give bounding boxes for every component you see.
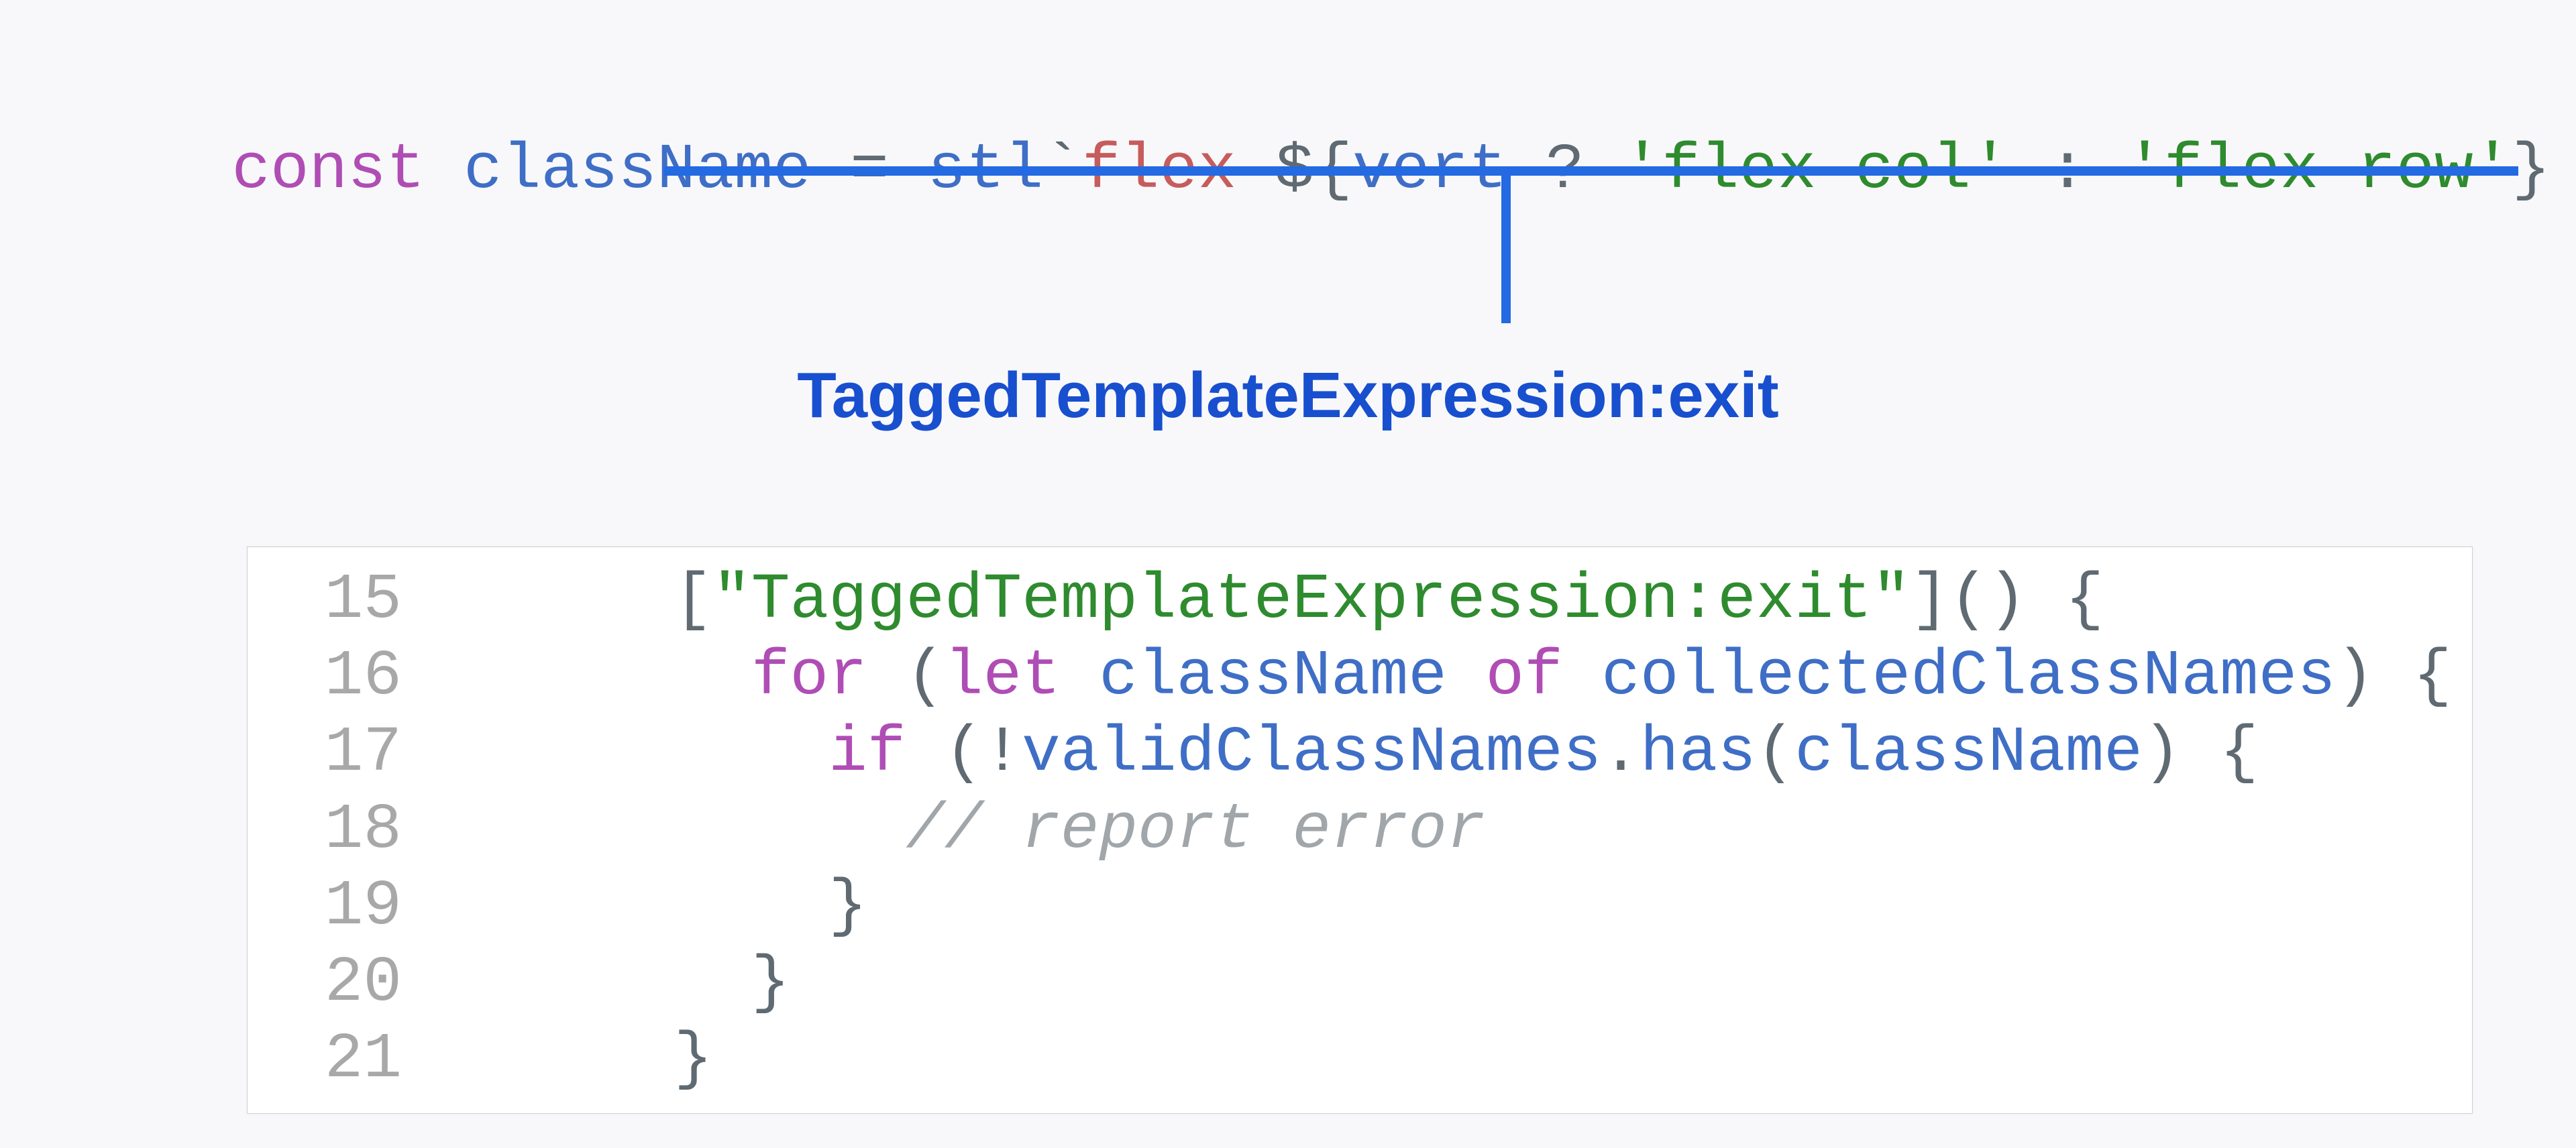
token: ) { (2143, 716, 2259, 789)
line-number: 21 (248, 1021, 442, 1098)
slide: const className = stl`flex ${vert ? 'fle… (0, 0, 2576, 1148)
token: } (751, 946, 790, 1019)
token: if (828, 716, 906, 789)
code-line: 15 ["TaggedTemplateExpression:exit"]() { (248, 562, 2472, 638)
token: ( (867, 640, 945, 713)
keyword-const: const (231, 133, 464, 207)
token: className (1099, 640, 1446, 713)
code-line: 18 // report error (248, 792, 2472, 868)
token (1447, 640, 1486, 713)
callout-underline (664, 166, 2518, 176)
token: ( (1756, 716, 1795, 789)
code-line: 16 for (let className of collectedClassN… (248, 638, 2472, 715)
callout-stem (1501, 176, 1511, 323)
line-content: if (!validClassNames.has(className) { (442, 715, 2472, 791)
token: . (1601, 716, 1640, 789)
token (1061, 640, 1099, 713)
token: ( (906, 716, 983, 789)
line-number: 18 (248, 792, 442, 868)
code-line: 20 } (248, 945, 2472, 1021)
code-block: 15 ["TaggedTemplateExpression:exit"]() {… (247, 547, 2473, 1114)
line-number: 16 (248, 638, 442, 715)
line-content: } (442, 868, 2472, 945)
token (1563, 640, 1602, 713)
callout-label: TaggedTemplateExpression:exit (0, 359, 2576, 433)
token: ]() { (1911, 563, 2104, 636)
token: let (945, 640, 1061, 713)
line-number: 20 (248, 945, 442, 1021)
line-number: 17 (248, 715, 442, 791)
line-number: 19 (248, 868, 442, 945)
token: // report error (906, 793, 1485, 866)
token: ) { (2336, 640, 2452, 713)
line-number: 15 (248, 562, 442, 638)
token: for (751, 640, 867, 713)
code-line: 21 } (248, 1021, 2472, 1098)
line-content: } (442, 1021, 2472, 1098)
token: validClassNames (1022, 716, 1601, 789)
code-line: 17 if (!validClassNames.has(className) { (248, 715, 2472, 791)
line-content: } (442, 945, 2472, 1021)
token: has (1640, 716, 1756, 789)
token: "TaggedTemplateExpression:exit" (712, 563, 1911, 636)
template-text-tail: text-red-200 (2551, 133, 2576, 207)
token: collectedClassNames (1601, 640, 2336, 713)
token: ! (983, 716, 1022, 789)
line-content: ["TaggedTemplateExpression:exit"]() { (442, 562, 2472, 638)
token: className (1794, 716, 2142, 789)
code-line: 19 } (248, 868, 2472, 945)
line-content: // report error (442, 792, 2472, 868)
token: of (1485, 640, 1562, 713)
line-content: for (let className of collectedClassName… (442, 638, 2472, 715)
token: [ (674, 563, 713, 636)
token: } (828, 870, 867, 943)
token: } (674, 1023, 713, 1096)
